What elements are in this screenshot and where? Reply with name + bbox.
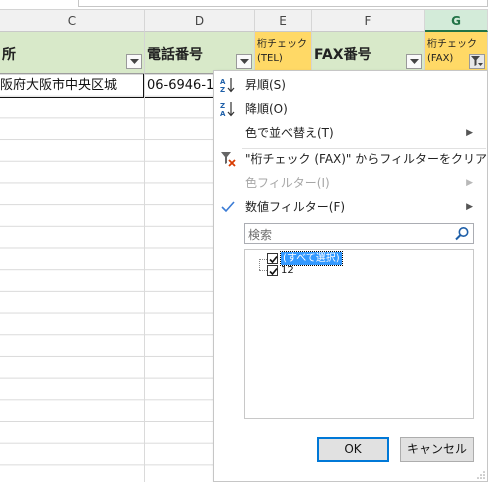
- autofilter-menu: A Z 昇順(S) Z A 降順(O) 色で並べ替え(T) ▶ "桁チェック (…: [213, 70, 488, 482]
- filter-active-button[interactable]: [469, 54, 485, 69]
- cell-address[interactable]: 阪府大阪市中央区城: [0, 74, 144, 98]
- dropdown-arrow-icon: [239, 58, 249, 64]
- filter-search-box[interactable]: 検索: [244, 223, 474, 244]
- column-header-f[interactable]: F: [312, 10, 425, 32]
- clear-filter-item[interactable]: "桁チェック (FAX)" からフィルターをクリア(C): [214, 147, 488, 171]
- header-cell-fax-check[interactable]: 桁チェック (FAX): [425, 32, 488, 74]
- dropdown-arrow-icon: [129, 58, 139, 64]
- header-label-line1: 桁チェック: [257, 39, 307, 50]
- list-item-label: 12: [281, 265, 294, 276]
- header-label: FAX番号: [314, 47, 372, 63]
- checkbox[interactable]: [267, 253, 278, 264]
- gridline: [144, 74, 145, 482]
- dropdown-arrow-icon: [409, 58, 419, 64]
- header-cell-address[interactable]: 所: [0, 32, 145, 74]
- submenu-arrow-icon: ▶: [466, 128, 473, 138]
- column-letter: F: [364, 14, 372, 28]
- header-label-line1: 桁チェック: [427, 39, 477, 50]
- menu-item-label: 昇順(S): [245, 78, 286, 92]
- tree-line: [259, 259, 260, 270]
- button-label: OK: [344, 442, 362, 456]
- sort-ascending-icon: A Z: [220, 78, 235, 93]
- submenu-arrow-icon: ▶: [466, 178, 473, 188]
- svg-text:A: A: [220, 78, 226, 86]
- resize-grip-icon[interactable]: [477, 471, 485, 479]
- number-filter-item[interactable]: 数値フィルター(F) ▶: [214, 195, 487, 219]
- checkmark-icon: [221, 201, 235, 213]
- color-filter-item[interactable]: 色フィルター(I) ▶: [214, 171, 487, 195]
- column-letter: C: [67, 14, 77, 28]
- checkbox[interactable]: [267, 265, 278, 276]
- cell-text: 06-6946-1: [147, 78, 215, 93]
- header-label-line2: (TEL): [257, 53, 283, 64]
- header-cell-tel-check[interactable]: 桁チェック (TEL): [255, 32, 312, 74]
- checkmark-icon: [269, 267, 278, 276]
- sort-descending-icon: Z A: [220, 102, 235, 117]
- menu-item-label: 色フィルター(I): [245, 176, 330, 190]
- svg-text:Z: Z: [220, 86, 225, 93]
- search-placeholder: 検索: [248, 228, 273, 242]
- checkmark-icon: [269, 255, 278, 264]
- sort-ascending-item[interactable]: A Z 昇順(S): [214, 73, 487, 97]
- clear-filter-icon: [221, 152, 236, 167]
- cell-text: 阪府大阪市中央区城: [0, 78, 118, 93]
- column-letter: G: [451, 14, 461, 28]
- column-header-e[interactable]: E: [255, 10, 312, 32]
- search-icon: [455, 227, 469, 241]
- sort-by-color-item[interactable]: 色で並べ替え(T) ▶: [214, 121, 487, 145]
- ok-button[interactable]: OK: [317, 437, 389, 462]
- svg-text:Z: Z: [220, 102, 225, 110]
- menu-item-label: 色で並べ替え(T): [245, 126, 334, 140]
- svg-text:A: A: [220, 110, 226, 117]
- filter-dropdown-icon: [471, 56, 483, 66]
- header-cell-fax[interactable]: FAX番号: [312, 32, 425, 74]
- filter-value-list[interactable]: (すべて選択) 12: [244, 249, 474, 419]
- menu-item-label: 数値フィルター(F): [245, 200, 346, 214]
- header-label: 桁チェック (TEL): [257, 38, 307, 66]
- column-letter: D: [194, 14, 205, 28]
- formula-bar: [0, 0, 488, 10]
- column-header-d[interactable]: D: [145, 10, 255, 32]
- cancel-button[interactable]: キャンセル: [400, 437, 474, 462]
- header-cell-phone[interactable]: 電話番号: [145, 32, 255, 74]
- filter-dropdown-button[interactable]: [126, 54, 142, 69]
- cell-phone[interactable]: 06-6946-1: [145, 74, 215, 98]
- menu-item-label: "桁チェック (FAX)" からフィルターをクリア(C): [245, 152, 488, 166]
- header-label: 電話番号: [147, 47, 203, 63]
- column-letter: E: [279, 14, 287, 28]
- header-label: 所: [2, 47, 16, 63]
- button-label: キャンセル: [406, 442, 467, 456]
- submenu-arrow-icon: ▶: [466, 202, 473, 212]
- filter-dropdown-button[interactable]: [406, 54, 422, 69]
- sort-descending-item[interactable]: Z A 降順(O): [214, 97, 487, 121]
- formula-input[interactable]: [78, 0, 488, 7]
- column-header-g[interactable]: G: [425, 10, 488, 32]
- filter-dropdown-button[interactable]: [236, 54, 252, 69]
- column-header-c[interactable]: C: [0, 10, 145, 32]
- menu-item-label: 降順(O): [245, 102, 288, 116]
